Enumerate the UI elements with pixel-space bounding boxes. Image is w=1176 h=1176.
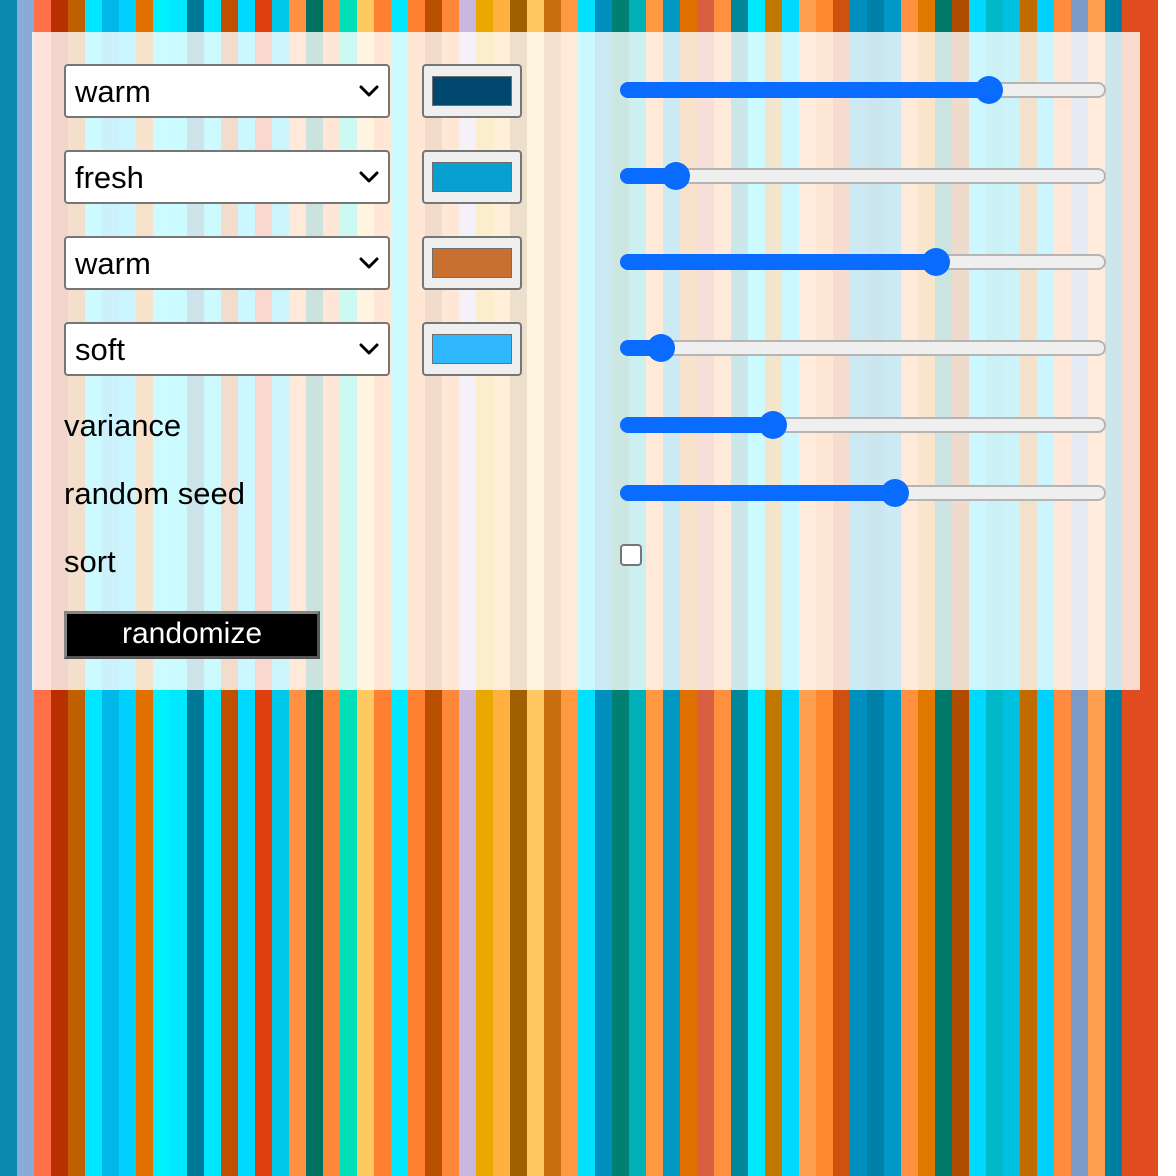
color-swatch-2[interactable]	[422, 150, 522, 204]
weight-slider-1[interactable]	[620, 73, 1106, 107]
chevron-down-icon	[359, 343, 379, 355]
color-swatch-3[interactable]	[422, 236, 522, 290]
color-swatch-4[interactable]	[422, 322, 522, 376]
slider-track	[620, 168, 1106, 184]
randomize-button[interactable]: randomize	[64, 611, 320, 659]
slider-fill	[620, 82, 989, 98]
color-swatch-1[interactable]	[422, 64, 522, 118]
sort-checkbox[interactable]	[620, 544, 642, 566]
variance-slider[interactable]	[620, 408, 1106, 442]
chevron-down-icon	[359, 171, 379, 183]
random-seed-label: random seed	[64, 476, 245, 511]
slider-fill	[620, 417, 773, 433]
color-swatch-4-fill	[432, 334, 512, 364]
color-swatch-1-fill	[432, 76, 512, 106]
color-swatch-3-fill	[432, 248, 512, 278]
weight-slider-2[interactable]	[620, 159, 1106, 193]
weight-slider-4[interactable]	[620, 331, 1106, 365]
chevron-down-icon	[359, 257, 379, 269]
variance-label: variance	[64, 408, 182, 443]
palette-select-1-value: warm	[75, 74, 151, 109]
palette-select-2[interactable]: fresh	[64, 150, 390, 204]
palette-select-1[interactable]: warm	[64, 64, 390, 118]
palette-select-4-value: soft	[75, 332, 125, 367]
palette-select-3[interactable]: warm	[64, 236, 390, 290]
sort-label: sort	[64, 544, 116, 579]
background-stripe	[0, 0, 17, 1176]
slider-thumb[interactable]	[922, 248, 950, 276]
slider-thumb[interactable]	[759, 411, 787, 439]
slider-fill	[620, 254, 936, 270]
slider-thumb[interactable]	[975, 76, 1003, 104]
random-seed-slider[interactable]	[620, 476, 1106, 510]
controls-panel: warm fresh warm soft variance random see…	[32, 32, 1140, 690]
color-swatch-2-fill	[432, 162, 512, 192]
slider-thumb[interactable]	[647, 334, 675, 362]
weight-slider-3[interactable]	[620, 245, 1106, 279]
slider-thumb[interactable]	[662, 162, 690, 190]
slider-thumb[interactable]	[881, 479, 909, 507]
slider-track	[620, 340, 1106, 356]
palette-select-3-value: warm	[75, 246, 151, 281]
chevron-down-icon	[359, 85, 379, 97]
slider-fill	[620, 485, 895, 501]
palette-select-4[interactable]: soft	[64, 322, 390, 376]
palette-select-2-value: fresh	[75, 160, 144, 195]
